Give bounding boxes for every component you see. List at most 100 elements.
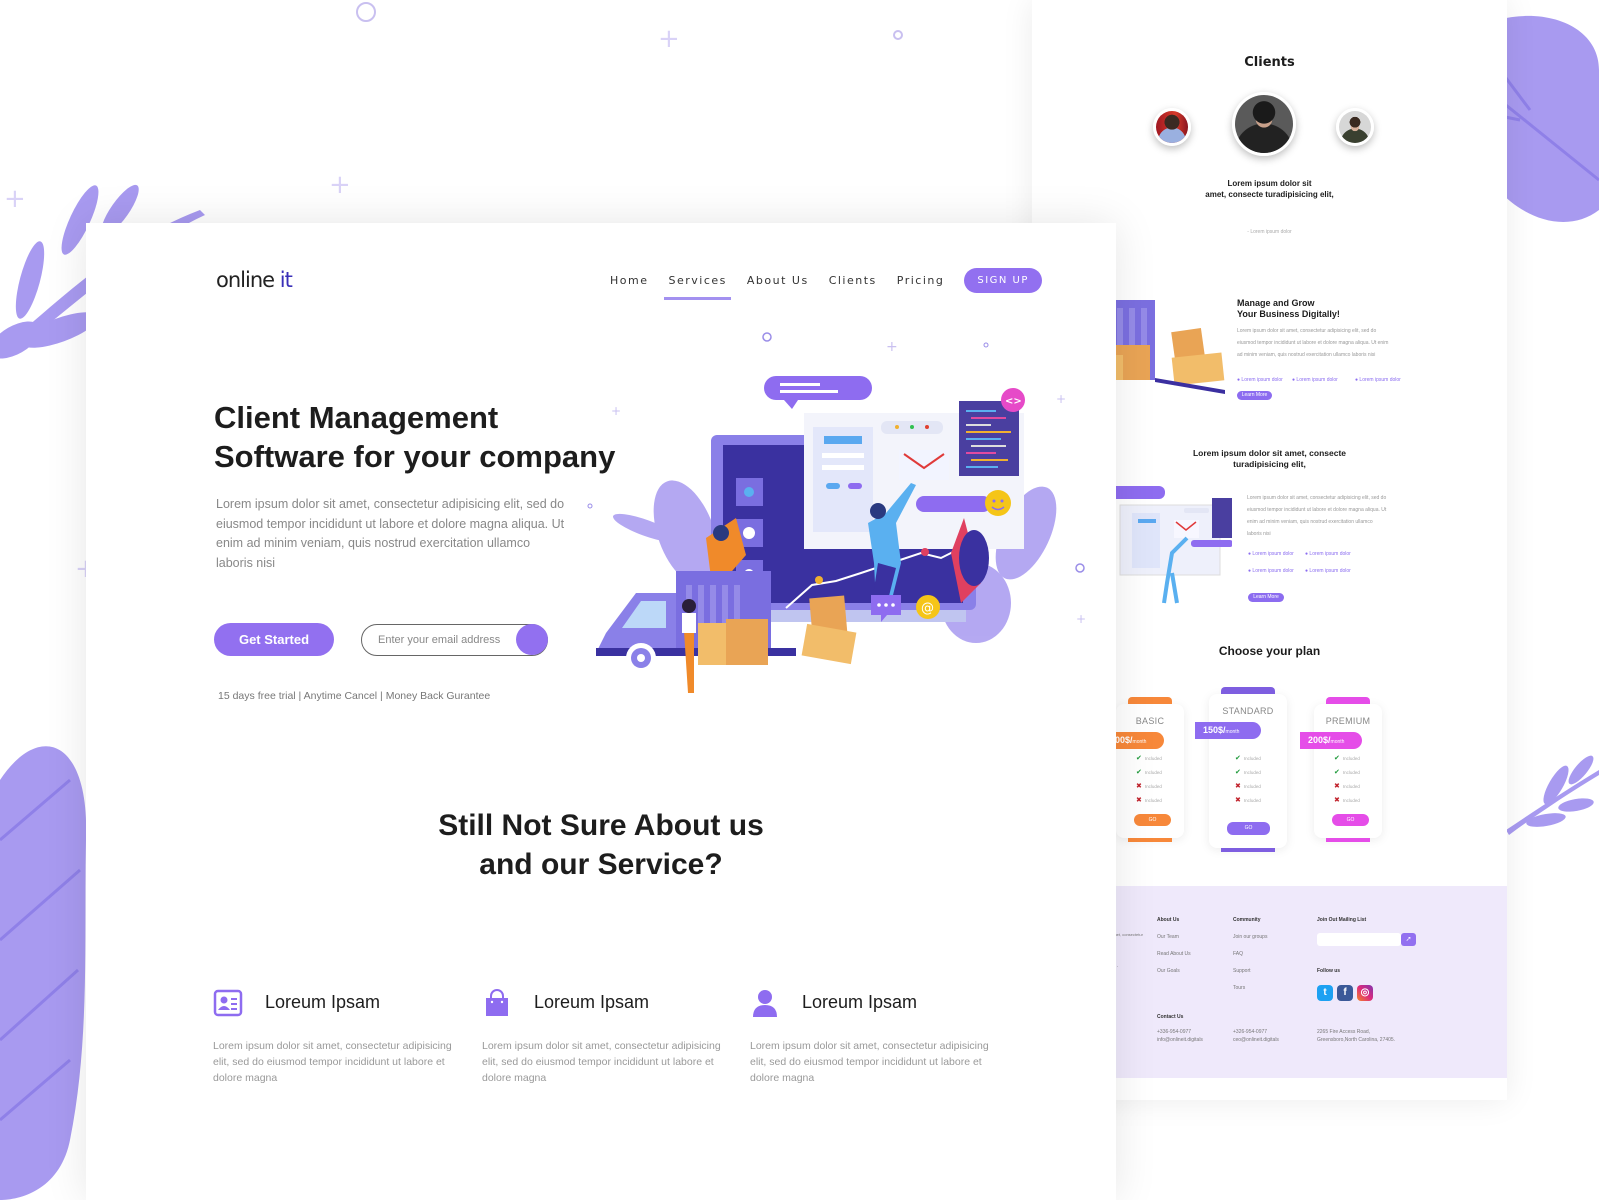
clients-title: Clients [1244, 55, 1295, 70]
facebook-icon[interactable]: f [1337, 985, 1353, 1001]
email-signup-field [361, 624, 548, 656]
manage-bullet: ● Lorem ipsum dolor [1355, 377, 1401, 383]
client-avatar-left[interactable] [1153, 108, 1191, 146]
contact-card-icon [213, 989, 243, 1017]
plan-feature: ✔ Included [1334, 755, 1360, 762]
manage-learn-more-button[interactable]: Learn More [1237, 391, 1272, 400]
plan-feature: ✔ Included [1136, 755, 1162, 762]
plan-feature: ✖ Included [1136, 797, 1162, 804]
second-learn-more-button[interactable]: Learn More [1248, 593, 1284, 602]
email-input[interactable] [378, 625, 516, 654]
mailing-input[interactable] [1317, 933, 1401, 946]
nav-pricing[interactable]: Pricing [897, 274, 945, 287]
plan-feature: ✖ Included [1235, 783, 1261, 790]
manage-title: Manage and Grow Your Business Digitally! [1237, 298, 1340, 319]
plan-cap [1221, 687, 1275, 694]
svg-text:+: + [886, 339, 898, 355]
client-avatar-center[interactable] [1232, 92, 1296, 156]
twitter-icon[interactable]: t [1317, 985, 1333, 1001]
footer-link[interactable]: Our Goals [1157, 963, 1191, 980]
leaf-decoration-bottom-left [0, 746, 87, 1200]
plan-cap [1128, 697, 1172, 704]
sign-up-button[interactable]: SIGN UP [964, 268, 1042, 293]
truck-boxes-illustration [1095, 300, 1225, 394]
feature-text: Lorem ipsum dolor sit amet, consectetur … [482, 1040, 721, 1084]
footer-contact-2: +326-954-0977 ceo@onlineit.digitals [1233, 1029, 1279, 1043]
user-icon [753, 990, 777, 1017]
check-icon: ✔ [1136, 755, 1142, 762]
footer-contact-3: 2265 Fire Access Road, Greensboro,North … [1317, 1029, 1396, 1043]
footer-contact-title: Contact Us [1157, 1014, 1184, 1020]
decor-circle [893, 30, 903, 40]
footer-link[interactable]: Support [1233, 963, 1267, 980]
plan-go-button[interactable]: GO [1134, 814, 1171, 826]
svg-text:@: @ [921, 601, 934, 616]
svg-text:+: + [611, 404, 621, 418]
plan-feature: ✔ Included [1235, 755, 1261, 762]
get-started-button[interactable]: Get Started [214, 623, 334, 656]
plan-feature: ✖ Included [1136, 783, 1162, 790]
feature-text: Lorem ipsum dolor sit amet, consectetur … [750, 1040, 989, 1084]
footer-mailing-column: Join Out Mailing List [1317, 917, 1367, 923]
main-nav: Home Services About Us Clients Pricing S… [610, 268, 1042, 300]
second-bullet: ● Lorem ipsum dolor [1248, 568, 1294, 574]
plan-card-basic: BASIC 100$/month ✔ Included ✔ Included ✖ In… [1102, 697, 1184, 842]
cross-icon: ✖ [1334, 797, 1340, 804]
decor-plus: + [329, 170, 351, 200]
cross-icon: ✖ [1334, 783, 1340, 790]
plan-feature: ✖ Included [1334, 797, 1360, 804]
decor-plus: + [658, 24, 680, 54]
feature-title: Loreum Ipsam [265, 992, 381, 1012]
section-title: Still Not Sure About us and our Service? [438, 809, 764, 881]
plan-cap-bottom [1326, 838, 1370, 842]
cross-icon: ✖ [1235, 797, 1241, 804]
nav-services[interactable]: Services [664, 274, 732, 300]
plan-name: BASIC [1135, 716, 1165, 726]
second-bullet: ● Lorem ipsum dolor [1305, 568, 1351, 574]
feature-text: Lorem ipsum dolor sit amet, consectetur … [213, 1040, 452, 1084]
footer-link[interactable]: FAQ [1233, 946, 1267, 963]
check-icon: ✔ [1334, 769, 1340, 776]
nav-home[interactable]: Home [610, 274, 648, 287]
second-bullet: ● Lorem ipsum dolor [1248, 551, 1294, 557]
hero-title: Client Management Software for your comp… [214, 400, 616, 474]
footer-community-column: Community Join our groups FAQ Support To… [1233, 912, 1267, 997]
plan-feature: ✖ Included [1235, 797, 1261, 804]
footer-link[interactable]: Read About Us [1157, 946, 1191, 963]
plan-cap [1326, 697, 1370, 704]
plan-name: PREMIUM [1325, 716, 1371, 726]
plan-feature: ✔ Included [1235, 769, 1261, 776]
cross-icon: ✖ [1235, 783, 1241, 790]
manage-bullet: ● Lorem ipsum dolor [1292, 377, 1338, 383]
nav-clients[interactable]: Clients [829, 274, 877, 287]
footer-link[interactable]: Join our groups [1233, 929, 1267, 946]
plan-cap-bottom [1221, 848, 1275, 852]
check-icon: ✔ [1334, 755, 1340, 762]
footer-about-column: About Us Our Team Read About Us Our Goal… [1157, 912, 1191, 980]
plan-name: STANDARD [1222, 706, 1274, 716]
client-avatar-right[interactable] [1336, 108, 1374, 146]
email-submit-button[interactable] [516, 624, 548, 655]
feature-title: Loreum Ipsam [802, 992, 918, 1012]
plan-go-button[interactable]: GO [1227, 822, 1270, 835]
plan-card-standard: STANDARD 150$/month ✔ Included ✔ Included … [1195, 687, 1287, 852]
mailing-submit-button[interactable]: ➚ [1401, 933, 1416, 946]
footer-link[interactable]: Tours [1233, 980, 1267, 997]
shopping-bag-icon [486, 989, 508, 1016]
instagram-icon[interactable]: ◎ [1357, 985, 1373, 1001]
svg-text:<>: <> [1005, 396, 1022, 407]
nav-about-us[interactable]: About Us [747, 274, 809, 287]
plan-feature: ✔ Included [1136, 769, 1162, 776]
footer-contact-1: +336-954-0977 info@onlineit.digitals [1157, 1029, 1203, 1043]
logo[interactable]: online it [216, 268, 293, 292]
client-quote: Lorem ipsum dolor sit amet, consecte tur… [1205, 179, 1334, 199]
hero-illustration: + + + + <> @ [587, 332, 1086, 693]
plan-go-button[interactable]: GO [1332, 814, 1369, 826]
main-page-preview: online it Home Services About Us Clients… [86, 223, 1116, 1200]
svg-text:+: + [1076, 612, 1086, 626]
decor-circle [356, 2, 376, 22]
social-icons: t f ◎ [1317, 982, 1377, 1001]
cross-icon: ✖ [1136, 783, 1142, 790]
manage-text: Lorem ipsum dolor sit amet, consectetur … [1237, 328, 1389, 358]
footer-link[interactable]: Our Team [1157, 929, 1191, 946]
